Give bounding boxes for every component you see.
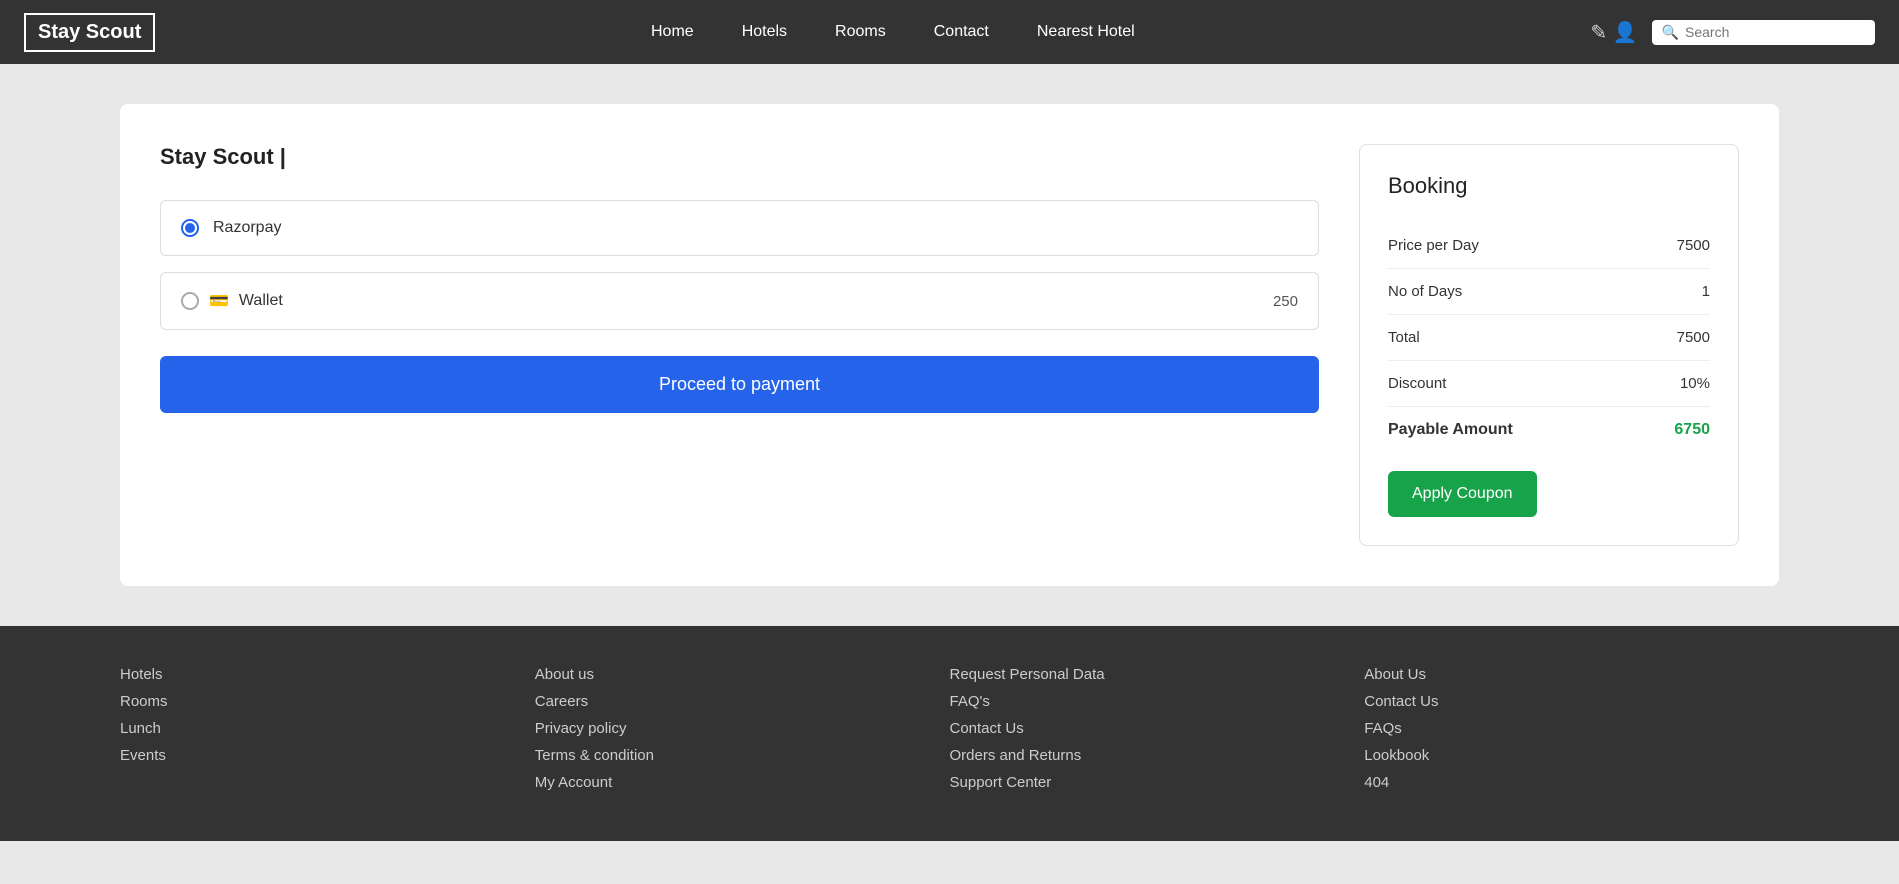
price-per-day-label: Price per Day [1388, 237, 1479, 254]
discount-value: 10% [1680, 375, 1710, 392]
footer-about-us[interactable]: About us [535, 666, 950, 683]
footer-col-2: About us Careers Privacy policy Terms & … [535, 666, 950, 801]
wallet-balance: 250 [1273, 293, 1298, 310]
total-label: Total [1388, 329, 1420, 346]
booking-title: Booking [1388, 173, 1710, 199]
wallet-radio[interactable] [181, 292, 199, 310]
payable-label: Payable Amount [1388, 421, 1513, 439]
search-box: 🔍 [1652, 20, 1875, 45]
footer-support[interactable]: Support Center [950, 774, 1365, 791]
footer-404[interactable]: 404 [1364, 774, 1779, 791]
price-per-day-row: Price per Day 7500 [1388, 223, 1710, 269]
total-row: Total 7500 [1388, 315, 1710, 361]
wallet-option[interactable]: 💳 Wallet 250 [160, 272, 1319, 330]
user-icon[interactable]: ✎ 👤 [1590, 20, 1637, 45]
footer-request-data[interactable]: Request Personal Data [950, 666, 1365, 683]
footer: Hotels Rooms Lunch Events About us Caree… [0, 626, 1899, 841]
nav-contact[interactable]: Contact [934, 23, 989, 41]
search-input[interactable] [1685, 24, 1865, 40]
total-value: 7500 [1677, 329, 1710, 346]
wallet-label: Wallet [239, 292, 283, 310]
footer-careers[interactable]: Careers [535, 693, 950, 710]
footer-about-us-2[interactable]: About Us [1364, 666, 1779, 683]
booking-card: Stay Scout | Razorpay 💳 Wallet 250 Proce… [120, 104, 1779, 586]
footer-col-1: Hotels Rooms Lunch Events [120, 666, 535, 801]
razorpay-label: Razorpay [213, 219, 281, 237]
footer-rooms[interactable]: Rooms [120, 693, 535, 710]
search-icon: 🔍 [1662, 24, 1679, 41]
footer-lookbook[interactable]: Lookbook [1364, 747, 1779, 764]
proceed-to-payment-button[interactable]: Proceed to payment [160, 356, 1319, 413]
nav-hotels[interactable]: Hotels [742, 23, 787, 41]
footer-hotels[interactable]: Hotels [120, 666, 535, 683]
footer-privacy[interactable]: Privacy policy [535, 720, 950, 737]
razorpay-radio[interactable] [181, 219, 199, 237]
wallet-left: 💳 Wallet [181, 291, 283, 311]
panel-title: Stay Scout | [160, 144, 1319, 170]
right-panel: Booking Price per Day 7500 No of Days 1 … [1359, 144, 1739, 546]
no-of-days-label: No of Days [1388, 283, 1462, 300]
navbar: Stay Scout Home Hotels Rooms Contact Nea… [0, 0, 1899, 64]
nav-links: Home Hotels Rooms Contact Nearest Hotel [195, 23, 1590, 41]
nav-rooms[interactable]: Rooms [835, 23, 886, 41]
footer-col-4: About Us Contact Us FAQs Lookbook 404 [1364, 666, 1779, 801]
footer-col-3: Request Personal Data FAQ's Contact Us O… [950, 666, 1365, 801]
footer-events[interactable]: Events [120, 747, 535, 764]
footer-orders[interactable]: Orders and Returns [950, 747, 1365, 764]
left-panel: Stay Scout | Razorpay 💳 Wallet 250 Proce… [160, 144, 1319, 546]
main-content: Stay Scout | Razorpay 💳 Wallet 250 Proce… [0, 64, 1899, 626]
footer-contact-us[interactable]: Contact Us [950, 720, 1365, 737]
logo[interactable]: Stay Scout [24, 13, 155, 52]
payable-value: 6750 [1674, 421, 1710, 439]
wallet-icon: 💳 [209, 291, 229, 311]
razorpay-option[interactable]: Razorpay [160, 200, 1319, 256]
no-of-days-row: No of Days 1 [1388, 269, 1710, 315]
footer-terms[interactable]: Terms & condition [535, 747, 950, 764]
discount-row: Discount 10% [1388, 361, 1710, 407]
price-per-day-value: 7500 [1677, 237, 1710, 254]
footer-my-account[interactable]: My Account [535, 774, 950, 791]
nav-home[interactable]: Home [651, 23, 694, 41]
footer-contact-us-2[interactable]: Contact Us [1364, 693, 1779, 710]
nav-right: ✎ 👤 🔍 [1590, 20, 1875, 45]
nav-nearest-hotel[interactable]: Nearest Hotel [1037, 23, 1135, 41]
payable-row: Payable Amount 6750 [1388, 407, 1710, 453]
footer-faqs[interactable]: FAQ's [950, 693, 1365, 710]
discount-label: Discount [1388, 375, 1446, 392]
footer-lunch[interactable]: Lunch [120, 720, 535, 737]
footer-faqs-2[interactable]: FAQs [1364, 720, 1779, 737]
apply-coupon-button[interactable]: Apply Coupon [1388, 471, 1537, 517]
no-of-days-value: 1 [1702, 283, 1710, 300]
